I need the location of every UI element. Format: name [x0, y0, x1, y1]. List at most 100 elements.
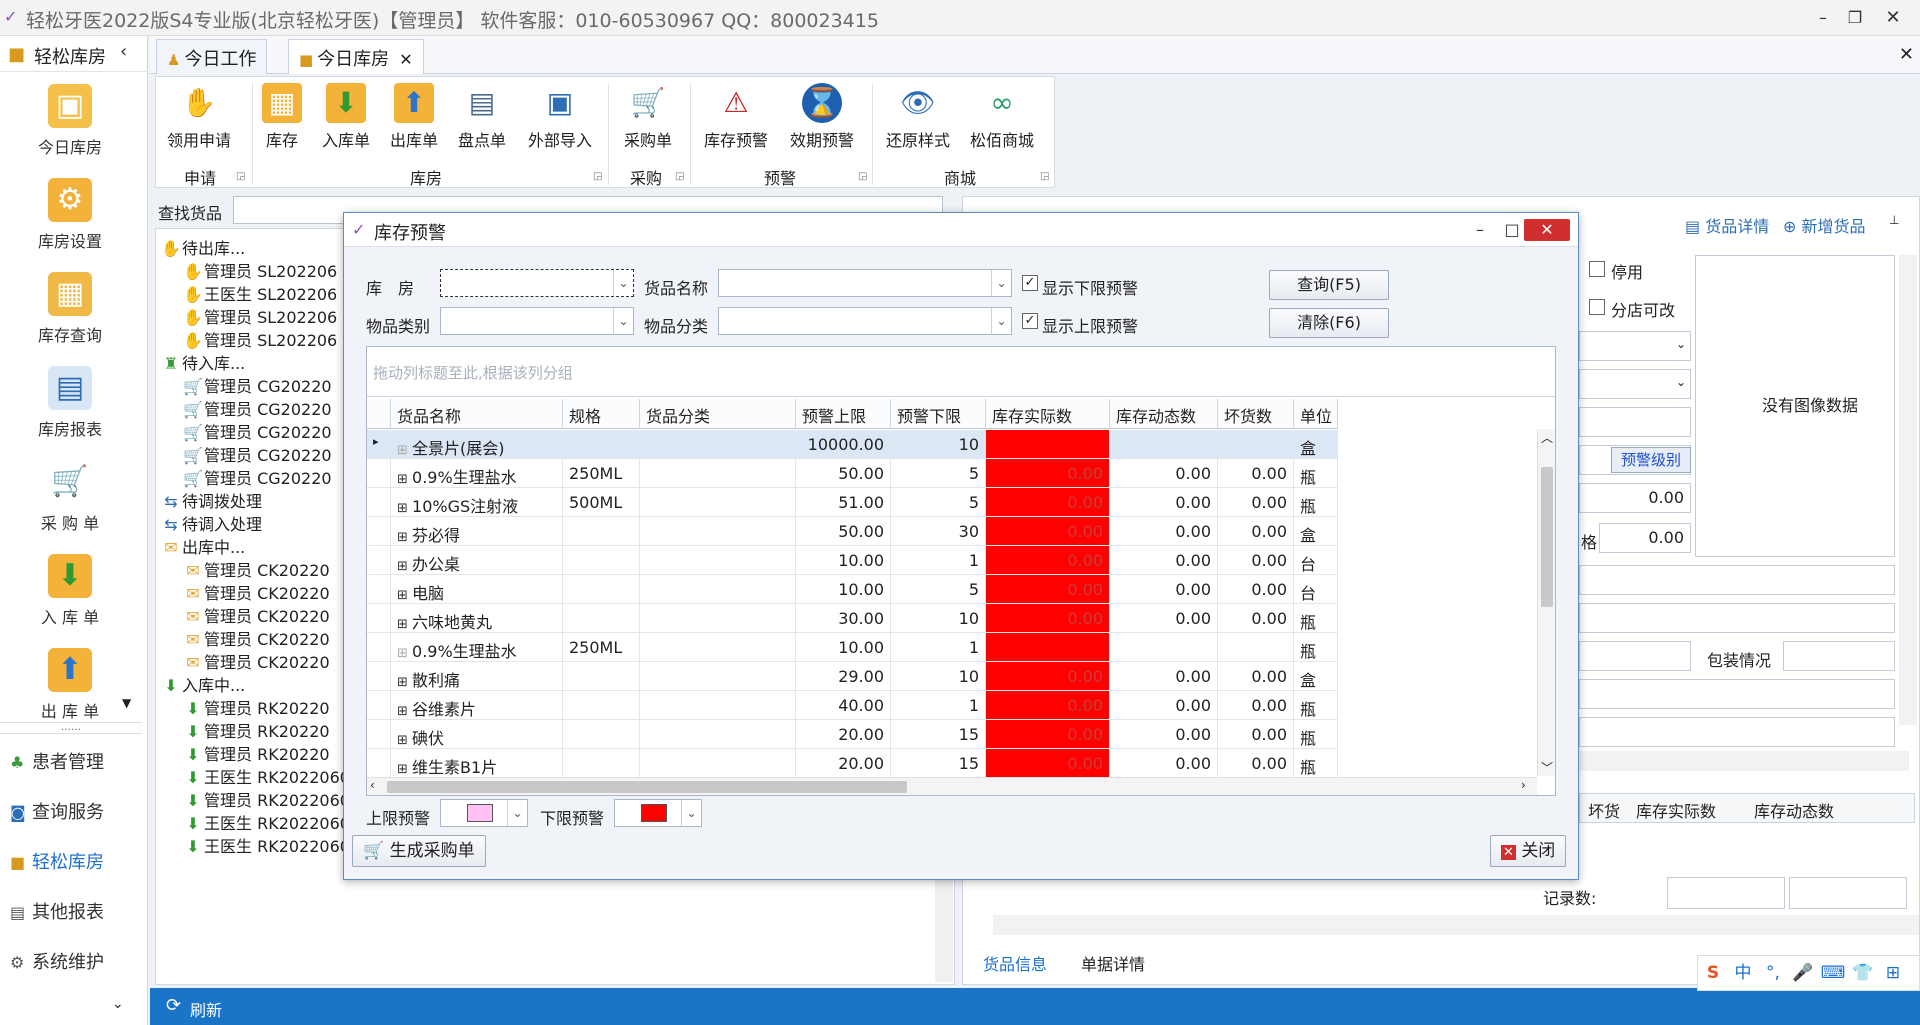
cell-actual[interactable]: 0.00 — [986, 488, 1110, 517]
outbound-order-button[interactable]: ⬆ 出库单 — [384, 83, 444, 157]
text-field[interactable] — [1579, 679, 1895, 709]
chevron-down-icon[interactable]: ⌄ — [112, 996, 124, 1012]
cell-dynamic[interactable]: 0.00 — [1110, 459, 1218, 488]
microphone-icon[interactable]: 🎤 — [1788, 956, 1818, 990]
cell-name[interactable]: ⊞ 办公桌 — [391, 546, 563, 575]
expiry-warning-button[interactable]: ⌛ 效期预警 — [784, 83, 860, 157]
group-by-panel[interactable]: 拖动列标题至此,根据该列分组 — [367, 347, 1555, 397]
cell-unit[interactable]: 盒 — [1294, 517, 1338, 546]
cell-name[interactable]: ⊞ 谷维素片 — [391, 691, 563, 720]
cell-actual[interactable]: 0.00 — [986, 517, 1110, 546]
stocktake-button[interactable]: ▤ 盘点单 — [452, 83, 512, 157]
nav-warehouse-report[interactable]: ▤ 库房报表 — [0, 366, 140, 458]
cell-unit[interactable]: 盒 — [1294, 430, 1338, 459]
cell-upper[interactable]: 29.00 — [796, 662, 891, 691]
cell-dynamic[interactable]: 0.00 — [1110, 662, 1218, 691]
cell-name[interactable]: ⊞ 0.9%生理盐水 — [391, 459, 563, 488]
restore-style-button[interactable]: 👁 还原样式 — [882, 83, 954, 157]
apply-requisition-button[interactable]: ✋ 领用申请 — [166, 83, 232, 157]
cell-cat[interactable] — [640, 720, 796, 749]
cell-cat[interactable] — [640, 517, 796, 546]
cell-actual[interactable]: 0.00 — [986, 662, 1110, 691]
expand-row-icon[interactable]: ⊞ — [397, 675, 412, 690]
collapse-sidebar-icon[interactable]: ‹ — [120, 41, 127, 62]
cell-cat[interactable] — [640, 546, 796, 575]
horizontal-scrollbar[interactable] — [1579, 751, 1909, 771]
column-header[interactable]: 库存实际数 — [986, 399, 1110, 429]
cell-lower[interactable]: 1 — [891, 691, 986, 720]
group-launcher-icon[interactable]: ◲ — [236, 171, 245, 182]
generate-purchase-order-button[interactable]: 🛒 生成采购单 — [352, 835, 486, 867]
goods-detail-link[interactable]: ▤ 货品详情 — [1685, 213, 1769, 237]
table-row[interactable]: ▸ ⊞ 全景片(展会) 10000.00 10 盒 — [367, 430, 1555, 459]
expand-row-icon[interactable]: ⊞ — [397, 588, 412, 603]
restore-button[interactable]: ❐ — [1840, 4, 1870, 32]
cell-lower[interactable]: 10 — [891, 662, 986, 691]
expand-row-icon[interactable]: ⊞ — [397, 443, 412, 458]
packaging-field[interactable] — [1783, 641, 1895, 671]
new-goods-link[interactable]: ⊕ 新增货品 — [1783, 213, 1866, 237]
external-import-button[interactable]: ▣ 外部导入 — [522, 83, 598, 157]
query-button[interactable]: 查询(F5) — [1269, 270, 1389, 300]
nav-easy-warehouse[interactable]: ■ 轻松库房 — [10, 848, 140, 888]
group-launcher-icon[interactable]: ◲ — [593, 171, 602, 182]
scroll-thumb[interactable] — [387, 781, 907, 793]
refresh-button[interactable]: 刷新 — [190, 997, 222, 1021]
nav-other-reports[interactable]: ▤ 其他报表 — [10, 898, 140, 938]
cell-bad[interactable] — [1218, 430, 1294, 459]
splitter-handle[interactable]: …… — [0, 722, 142, 734]
select-field[interactable]: ⌄ — [1579, 369, 1691, 399]
cell-spec[interactable] — [563, 575, 640, 604]
inventory-button[interactable]: ▦ 库存 — [258, 83, 306, 157]
close-all-tabs-icon[interactable]: ✕ — [1899, 44, 1914, 65]
cell-dynamic[interactable] — [1110, 430, 1218, 459]
cell-upper[interactable]: 30.00 — [796, 604, 891, 633]
column-header[interactable]: 货品名称 — [391, 399, 563, 429]
cell-name[interactable]: ⊞ 10%GS注射液 — [391, 488, 563, 517]
cell-cat[interactable] — [640, 488, 796, 517]
cell-name[interactable]: ⊞ 碘伏 — [391, 720, 563, 749]
group-launcher-icon[interactable]: ◲ — [858, 171, 867, 182]
cell-spec[interactable] — [563, 430, 640, 459]
cell-spec[interactable] — [563, 691, 640, 720]
expand-nav-icon[interactable]: ▼ — [122, 696, 131, 710]
stock-warning-button[interactable]: ⚠ 库存预警 — [698, 83, 774, 157]
close-dialog-button[interactable]: ✕ 关闭 — [1490, 835, 1567, 867]
cell-spec[interactable] — [563, 604, 640, 633]
cell-bad[interactable]: 0.00 — [1218, 575, 1294, 604]
tab-goods-info[interactable]: 货品信息 — [983, 951, 1047, 975]
column-header[interactable]: 单位 — [1294, 399, 1338, 429]
cell-lower[interactable]: 5 — [891, 459, 986, 488]
cell-cat[interactable] — [640, 575, 796, 604]
column-header[interactable]: 坏货 — [1588, 798, 1620, 822]
keyboard-icon[interactable]: ⌨ — [1818, 956, 1848, 990]
group-launcher-icon[interactable]: ◲ — [1040, 171, 1049, 182]
tab-today-work[interactable]: ♟ 今日工作 — [156, 39, 268, 74]
expand-row-icon[interactable]: ⊞ — [397, 646, 412, 661]
text-field[interactable] — [1579, 407, 1691, 437]
expand-row-icon[interactable]: ⊞ — [397, 704, 412, 719]
scroll-down-icon[interactable]: ﹀ — [1541, 759, 1553, 776]
cell-bad[interactable]: 0.00 — [1218, 662, 1294, 691]
cell-upper[interactable]: 51.00 — [796, 488, 891, 517]
cell-actual[interactable]: 0.00 — [986, 459, 1110, 488]
expand-row-icon[interactable]: ⊞ — [397, 559, 412, 574]
cell-upper[interactable]: 10000.00 — [796, 430, 891, 459]
cell-spec[interactable]: 250ML — [563, 459, 640, 488]
close-tab-icon[interactable]: ✕ — [399, 50, 412, 69]
cell-name[interactable]: ⊞ 芬必得 — [391, 517, 563, 546]
ime-punctuation-toggle[interactable]: °, — [1758, 956, 1788, 990]
pin-icon[interactable]: ⊥ — [1889, 213, 1899, 227]
cell-upper[interactable]: 50.00 — [796, 459, 891, 488]
cell-cat[interactable] — [640, 633, 796, 662]
branch-editable-checkbox[interactable] — [1589, 299, 1605, 315]
table-row[interactable]: ⊞ 六味地黄丸 30.00 10 0.00 0.00 0.00 瓶 — [367, 604, 1555, 633]
column-header[interactable]: 库存动态数 — [1754, 798, 1834, 822]
cell-unit[interactable]: 瓶 — [1294, 720, 1338, 749]
detail-scrollbar[interactable] — [1899, 255, 1917, 725]
cell-name[interactable]: ⊞ 电脑 — [391, 575, 563, 604]
expand-row-icon[interactable]: ⊞ — [397, 733, 412, 748]
cell-bad[interactable]: 0.00 — [1218, 546, 1294, 575]
nav-inventory-query[interactable]: ▦ 库存查询 — [0, 272, 140, 364]
item-class-select[interactable]: ⌄ — [718, 307, 1012, 335]
